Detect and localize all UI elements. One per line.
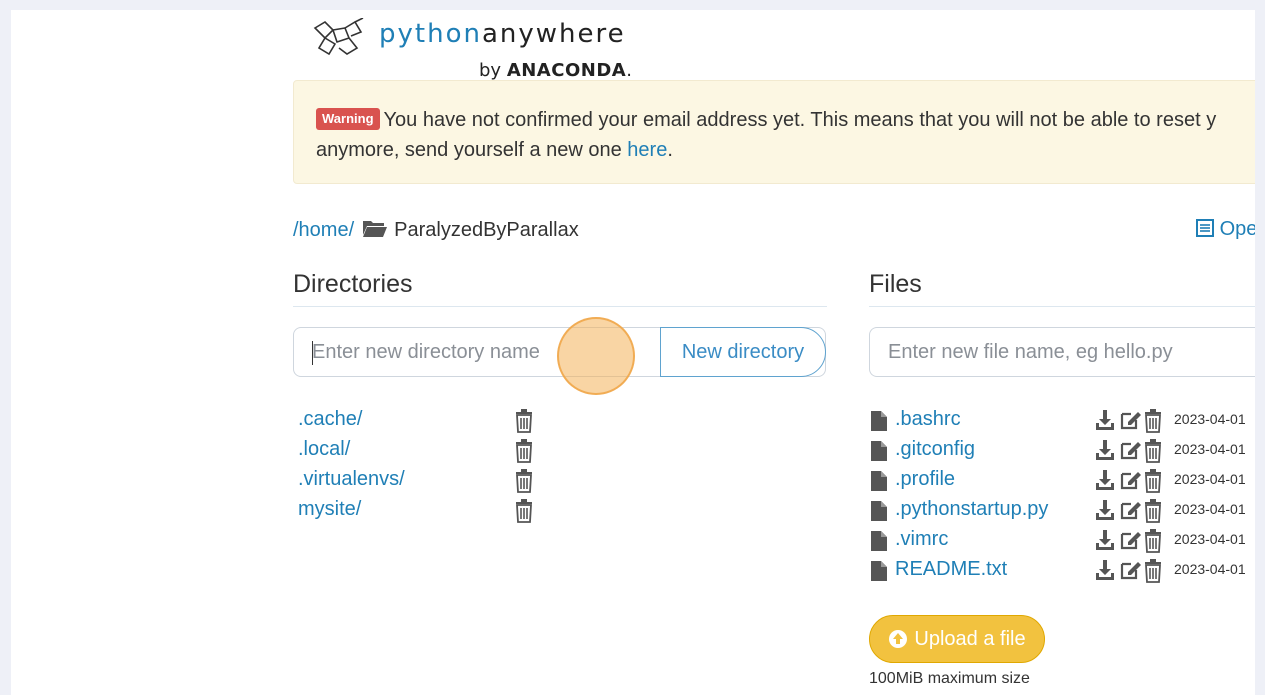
file-link[interactable]: README.txt (895, 558, 1007, 581)
trash-icon[interactable] (514, 499, 534, 529)
warning-badge: Warning (316, 108, 380, 130)
file-date: 2023-04-01 (1174, 471, 1246, 487)
files-title: Files (869, 270, 922, 298)
file-icon (871, 471, 887, 497)
trash-icon[interactable] (1143, 439, 1163, 469)
files-divider (869, 306, 1255, 307)
new-directory-form: New directory (293, 327, 826, 377)
file-icon (871, 531, 887, 557)
trash-icon[interactable] (514, 409, 534, 439)
warning-message: You have not confirmed your email addres… (383, 109, 1217, 131)
edit-icon[interactable] (1119, 439, 1141, 467)
resend-confirmation-link[interactable]: here (627, 139, 667, 161)
file-date: 2023-04-01 (1174, 561, 1246, 577)
file-icon (871, 441, 887, 467)
file-date: 2023-04-01 (1174, 501, 1246, 517)
edit-icon[interactable] (1119, 559, 1141, 587)
edit-icon[interactable] (1119, 409, 1141, 437)
new-file-form (869, 327, 1255, 377)
list-item: mysite/ (298, 498, 558, 528)
logo-byline: by ANACONDA. (479, 60, 632, 81)
download-icon[interactable] (1095, 529, 1115, 557)
pythonanywhere-logo[interactable]: pythonanywhere by ANACONDA. (311, 16, 671, 86)
file-icon (871, 501, 887, 527)
open-console-link[interactable]: Ope (1196, 218, 1255, 241)
file-icon (871, 561, 887, 587)
upload-file-button[interactable]: Upload a file (869, 615, 1045, 663)
trash-icon[interactable] (1143, 409, 1163, 439)
logo-snake-icon (313, 18, 364, 56)
logo-dot-text: . (626, 60, 632, 81)
text-caret (312, 341, 313, 365)
logo-python-text: python (379, 19, 482, 49)
warning-period: . (667, 139, 673, 161)
table-row: .pythonstartup.py 2023-04-01 (869, 498, 1255, 528)
file-link[interactable]: .vimrc (895, 528, 948, 551)
table-row: .profile 2023-04-01 (869, 468, 1255, 498)
edit-icon[interactable] (1119, 499, 1141, 527)
breadcrumb-home-link[interactable]: /home/ (293, 219, 354, 241)
file-list: .bashrc 2023-04-01 .gitconfig 2023-04-01… (869, 408, 1255, 588)
list-item: .virtualenvs/ (298, 468, 558, 498)
breadcrumb: /home/ ParalyzedByParallax (293, 218, 579, 242)
file-link[interactable]: .gitconfig (895, 438, 975, 461)
upload-circle-icon (888, 629, 908, 649)
logo-anywhere-text: anywhere (481, 19, 626, 49)
directory-link[interactable]: mysite/ (298, 498, 361, 521)
file-link[interactable]: .profile (895, 468, 955, 491)
warning-message-line2: anymore, send yourself a new one (316, 139, 622, 161)
edit-icon[interactable] (1119, 469, 1141, 497)
file-date: 2023-04-01 (1174, 411, 1246, 427)
email-warning-alert: Warning You have not confirmed your email… (293, 80, 1255, 184)
trash-icon[interactable] (1143, 559, 1163, 589)
list-item: .cache/ (298, 408, 558, 438)
logo-by-text: by (479, 60, 502, 81)
folder-open-icon (363, 221, 388, 237)
trash-icon[interactable] (514, 439, 534, 469)
directories-divider (293, 306, 827, 307)
list-icon (1196, 219, 1214, 237)
edit-icon[interactable] (1119, 529, 1141, 557)
download-icon[interactable] (1095, 499, 1115, 527)
file-date: 2023-04-01 (1174, 441, 1246, 457)
table-row: README.txt 2023-04-01 (869, 558, 1255, 588)
trash-icon[interactable] (1143, 469, 1163, 499)
directory-link[interactable]: .virtualenvs/ (298, 468, 405, 491)
trash-icon[interactable] (1143, 529, 1163, 559)
download-icon[interactable] (1095, 469, 1115, 497)
download-icon[interactable] (1095, 559, 1115, 587)
browser-viewport: pythonanywhere by ANACONDA. Warning You h… (11, 10, 1255, 695)
table-row: .bashrc 2023-04-01 (869, 408, 1255, 438)
file-date: 2023-04-01 (1174, 531, 1246, 547)
directory-link[interactable]: .cache/ (298, 408, 362, 431)
file-icon (871, 411, 887, 437)
table-row: .gitconfig 2023-04-01 (869, 438, 1255, 468)
directories-title: Directories (293, 270, 413, 298)
trash-icon[interactable] (514, 469, 534, 499)
table-row: .vimrc 2023-04-01 (869, 528, 1255, 558)
new-directory-button[interactable]: New directory (660, 327, 826, 377)
list-item: .local/ (298, 438, 558, 468)
directory-list: .cache/ .local/ .virtualenvs/ mysite/ (298, 408, 558, 528)
trash-icon[interactable] (1143, 499, 1163, 529)
upload-size-note: 100MiB maximum size (869, 670, 1030, 687)
download-icon[interactable] (1095, 409, 1115, 437)
open-link-text: Ope (1219, 218, 1255, 240)
directory-link[interactable]: .local/ (298, 438, 350, 461)
file-link[interactable]: .pythonstartup.py (895, 498, 1048, 521)
logo-anaconda-text: ANACONDA (506, 60, 627, 81)
upload-button-label: Upload a file (914, 627, 1026, 650)
logo-wordmark: pythonanywhere (379, 19, 626, 49)
file-link[interactable]: .bashrc (895, 408, 961, 431)
breadcrumb-current: ParalyzedByParallax (394, 219, 579, 241)
download-icon[interactable] (1095, 439, 1115, 467)
new-file-input[interactable] (870, 328, 1255, 376)
new-directory-input[interactable] (294, 328, 660, 376)
